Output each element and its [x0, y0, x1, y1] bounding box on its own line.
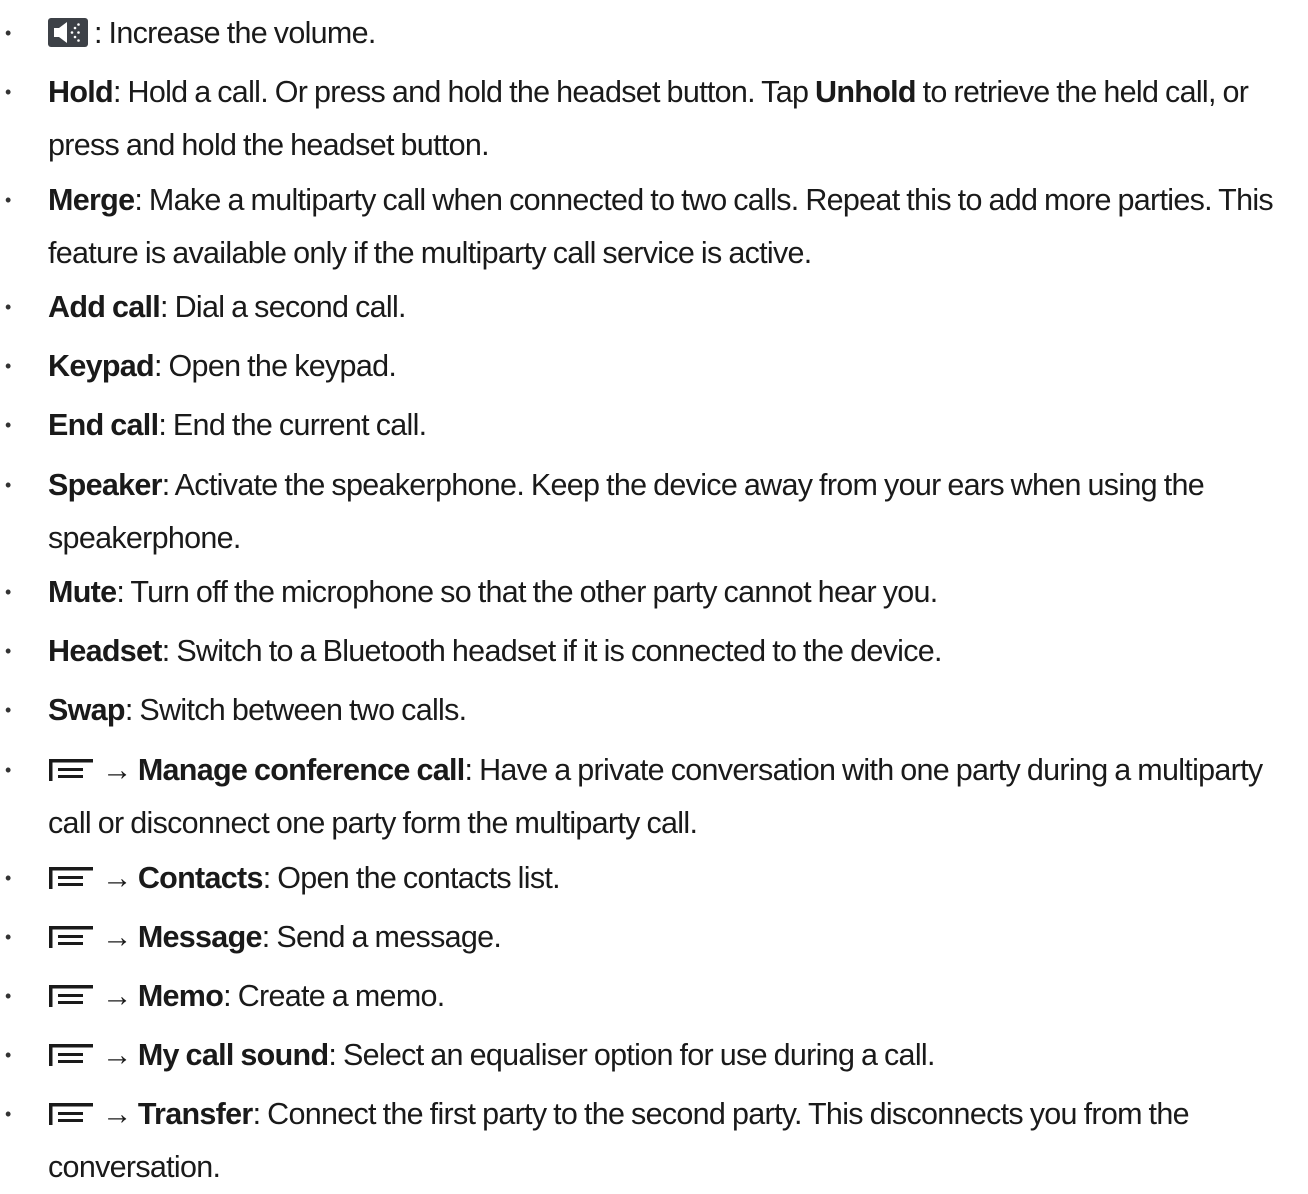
- item-term: Add call: [48, 290, 161, 324]
- arrow-icon: →: [102, 979, 133, 1013]
- arrow-icon: →: [102, 753, 133, 787]
- list-item-speaker: Speaker: Activate the speakerphone. Keep…: [5, 459, 1302, 565]
- item-text: : End the current call.: [158, 408, 427, 442]
- arrow-icon: →: [102, 1097, 133, 1131]
- list-item-end-call: End call: End the current call.: [5, 399, 1302, 452]
- item-term: My call sound: [137, 1038, 329, 1072]
- item-text: : Send a message.: [261, 920, 502, 954]
- list-item-headset: Headset: Switch to a Bluetooth headset i…: [5, 625, 1302, 678]
- list-item-contacts: →Contacts: Open the contacts list.: [5, 852, 1302, 905]
- item-text: : Switch between two calls.: [124, 693, 467, 727]
- list-item-transfer: →Transfer: Connect the first party to th…: [5, 1088, 1302, 1194]
- item-text: : Select an equaliser option for use dur…: [328, 1038, 935, 1072]
- list-item-memo: →Memo: Create a memo.: [5, 970, 1302, 1023]
- list-item-add-call: Add call: Dial a second call.: [5, 281, 1302, 334]
- item-text: : Open the contacts list.: [262, 861, 561, 895]
- item-term: Hold: [48, 75, 114, 109]
- item-text: : Turn off the microphone so that the ot…: [116, 575, 938, 609]
- list-item-manage-conference: →Manage conference call: Have a private …: [5, 744, 1302, 850]
- list-item-mute: Mute: Turn off the microphone so that th…: [5, 566, 1302, 619]
- menu-icon: [48, 1033, 96, 1066]
- arrow-icon: →: [102, 1038, 133, 1072]
- item-text: : Hold a call. Or press and hold the hea…: [112, 75, 816, 109]
- list-item-hold: Hold: Hold a call. Or press and hold the…: [5, 66, 1302, 172]
- list-item-merge: Merge: Make a multiparty call when conne…: [5, 174, 1302, 280]
- item-term: Keypad: [48, 349, 155, 383]
- item-term: Contacts: [137, 861, 264, 895]
- item-text: : Switch to a Bluetooth headset if it is…: [161, 634, 943, 668]
- item-term: Transfer: [137, 1097, 253, 1131]
- item-text: : Create a memo.: [223, 979, 445, 1013]
- item-term: Mute: [48, 575, 117, 609]
- item-term: Speaker: [48, 468, 162, 502]
- item-term-unhold: Unhold: [815, 75, 917, 109]
- item-term: Swap: [48, 693, 126, 727]
- arrow-icon: →: [102, 861, 133, 895]
- item-text: : Increase the volume.: [94, 16, 376, 50]
- item-term: End call: [48, 408, 159, 442]
- item-term: Message: [137, 920, 263, 954]
- menu-icon: [48, 748, 96, 781]
- item-text: : Dial a second call.: [160, 290, 406, 324]
- menu-icon: [48, 856, 96, 889]
- item-term: Headset: [48, 634, 162, 668]
- item-text: : Open the keypad.: [153, 349, 397, 383]
- list-item-volume: : Increase the volume.: [5, 7, 1302, 60]
- list-item-keypad: Keypad: Open the keypad.: [5, 340, 1302, 393]
- arrow-icon: →: [102, 920, 133, 954]
- item-text: : Activate the speakerphone. Keep the de…: [48, 468, 1205, 555]
- menu-icon: [48, 1092, 96, 1125]
- item-term: Manage conference call: [137, 753, 465, 787]
- list-item-my-call-sound: →My call sound: Select an equaliser opti…: [5, 1029, 1302, 1082]
- list-item-message: →Message: Send a message.: [5, 911, 1302, 964]
- menu-icon: [48, 974, 96, 1007]
- item-term: Merge: [48, 183, 135, 217]
- list-item-swap: Swap: Switch between two calls.: [5, 684, 1302, 737]
- item-text: : Make a multiparty call when connected …: [48, 183, 1274, 270]
- item-term: Memo: [137, 979, 224, 1013]
- menu-icon: [48, 915, 96, 948]
- volume-up-icon: [48, 18, 88, 47]
